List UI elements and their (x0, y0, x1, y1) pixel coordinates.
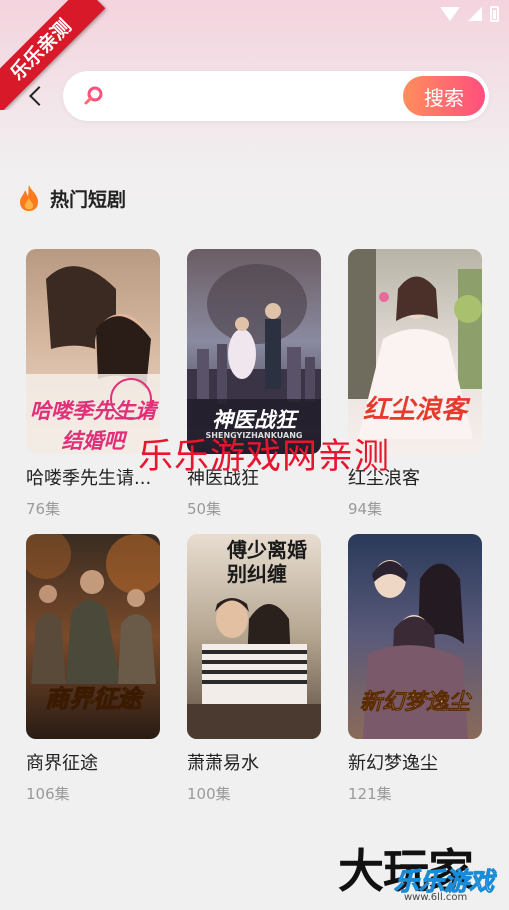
signal-icon (468, 7, 482, 21)
drama-card[interactable]: 傅少离婚别纠缠 萧萧易水 100集 (187, 534, 323, 804)
drama-card[interactable]: 商界征途 商界征途 106集 (26, 534, 162, 804)
drama-episodes: 100集 (187, 785, 231, 803)
drama-episodes: 94集 (348, 500, 383, 518)
drama-episodes: 76集 (26, 500, 61, 518)
drama-poster[interactable]: 傅少离婚别纠缠 (187, 534, 321, 739)
poster-title: 商界征途 (45, 685, 142, 714)
drama-episodes: 121集 (348, 785, 392, 803)
search-button[interactable]: 搜索 (403, 76, 485, 116)
poster-title: 傅少离婚别纠缠 (227, 538, 307, 586)
drama-poster[interactable]: 商界征途 (26, 534, 160, 739)
ribbon-text: 乐乐亲测 (0, 0, 106, 110)
search-bar: 搜索 (63, 71, 489, 121)
section-title: 热门短剧 (50, 188, 127, 211)
search-input[interactable] (115, 79, 399, 115)
drama-episodes: 106集 (26, 785, 70, 803)
poster-title: 红尘浪客 (362, 395, 467, 425)
hot-dramas-header: 热门短剧 (16, 184, 126, 212)
drama-poster[interactable]: 哈喽季先生请结婚吧 (26, 249, 160, 454)
poster-title: 新幻梦逸尘 (359, 690, 471, 716)
drama-episodes: 50集 (187, 500, 222, 518)
drama-poster[interactable]: 神医战狂 SHENGYIZHANKUANG (187, 249, 321, 454)
drama-title: 新幻梦逸尘 (348, 753, 438, 774)
drama-poster[interactable]: 红尘浪客 (348, 249, 482, 454)
wifi-icon (440, 7, 460, 21)
drama-card[interactable]: 新幻梦逸尘 新幻梦逸尘 121集 (348, 534, 484, 804)
drama-title: 萧萧易水 (187, 753, 259, 774)
watermark-url: www.6ll.com (404, 892, 468, 903)
drama-title: 商界征途 (26, 753, 98, 774)
watermark-center: 乐乐游戏网亲测 (138, 437, 391, 477)
fire-icon (20, 185, 38, 211)
drama-poster[interactable]: 新幻梦逸尘 (348, 534, 482, 739)
corner-ribbon: 乐乐亲测 (0, 0, 110, 110)
battery-icon (490, 6, 499, 22)
